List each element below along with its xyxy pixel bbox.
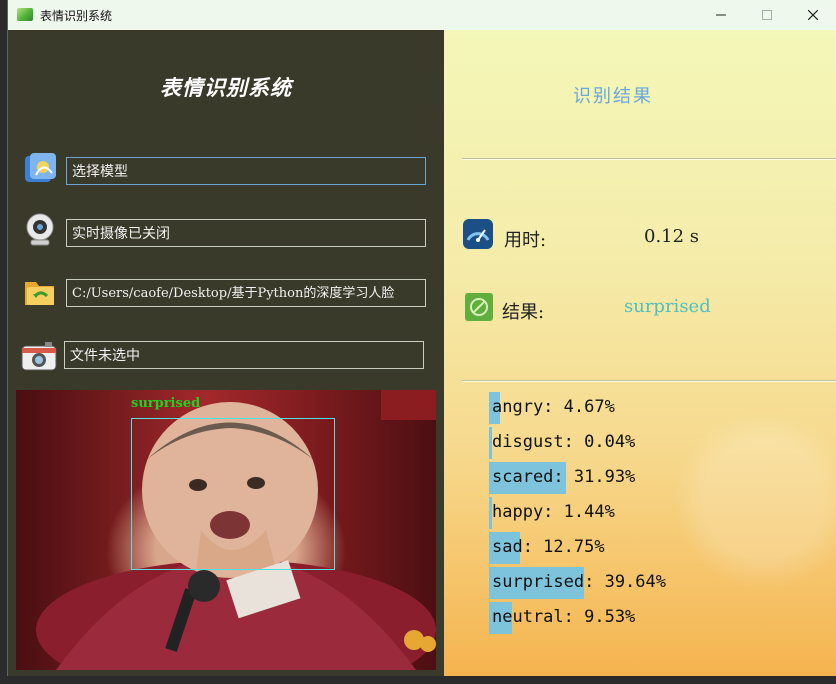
model-path-field[interactable]: 选择模型 (66, 157, 426, 185)
select-image-button[interactable] (20, 339, 57, 373)
folder-open-icon (25, 282, 54, 305)
divider-top (462, 158, 836, 160)
divider-bottom (462, 380, 836, 382)
minimize-button[interactable] (698, 0, 744, 30)
select-model-button[interactable] (22, 151, 58, 185)
time-value: 0.12 s (644, 226, 700, 247)
probability-label: neutral: 9.53% (492, 607, 636, 627)
minimize-icon (716, 14, 726, 16)
app-title: 表情识别系统 (160, 75, 292, 100)
speedometer-icon (463, 219, 493, 249)
window-title: 表情识别系统 (40, 9, 113, 23)
camera-icon (21, 342, 57, 371)
result-icon-box (464, 292, 500, 326)
probability-label: angry: 4.67% (492, 397, 615, 417)
result-label: 结果: (502, 302, 545, 323)
folder-model-icon (25, 153, 56, 182)
image-file-field[interactable]: 文件未选中 (64, 341, 424, 369)
close-icon (808, 10, 818, 20)
timer-icon-box (462, 218, 498, 252)
camera-toggle-button[interactable] (22, 212, 58, 246)
result-panel: 识别结果 用时: 0.12 s 结果: surprised angry: 4.6… (444, 30, 836, 676)
probability-label: surprised: 39.64% (492, 572, 666, 592)
app-icon (17, 8, 33, 21)
detected-expression-label: surprised (131, 396, 201, 411)
probability-label: scared: 31.93% (492, 467, 636, 487)
time-label: 用时: (504, 230, 547, 251)
result-value: surprised (624, 296, 711, 317)
control-panel: 表情识别系统 选择模型 实时摄像已关闭 C:/Users/caofe/Deskt… (8, 30, 444, 676)
title-bar: 表情识别系统 (8, 0, 836, 30)
probability-label: disgust: 0.04% (492, 432, 636, 452)
probability-label: happy: 1.44% (492, 502, 615, 522)
webcam-icon (26, 213, 54, 246)
leaf-icon (465, 293, 493, 321)
file-path-field[interactable]: C:/Users/caofe/Desktop/基于Python的深度学习人脸 (66, 279, 426, 307)
camera-status-field[interactable]: 实时摄像已关闭 (66, 219, 426, 247)
background-strip (0, 676, 836, 684)
app-window: 表情识别系统 表情识别系统 选择模型 实时摄像已关闭 C:/Users/caof… (8, 0, 836, 676)
close-button[interactable] (790, 0, 836, 30)
maximize-icon (762, 10, 772, 20)
maximize-button[interactable] (744, 0, 790, 30)
probability-label: sad: 12.75% (492, 537, 605, 557)
image-preview: surprised (16, 390, 436, 670)
result-header: 识别结果 (573, 86, 653, 107)
face-bounding-box (131, 418, 335, 570)
open-folder-button[interactable] (22, 275, 58, 309)
